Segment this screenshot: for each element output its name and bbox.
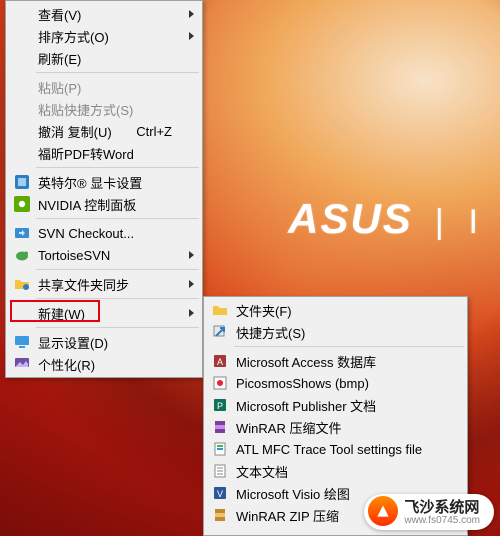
submenu-item-shortcut[interactable]: 快捷方式(S): [206, 321, 465, 343]
publisher-icon: P: [212, 397, 228, 413]
menu-label: PicosmosShows (bmp): [236, 376, 369, 391]
submenu-item-picosmos[interactable]: PicosmosShows (bmp): [206, 372, 465, 394]
svg-text:P: P: [217, 401, 223, 411]
menu-item-sort[interactable]: 排序方式(O): [8, 25, 200, 47]
svn-checkout-icon: [14, 225, 30, 241]
menu-label: 文本文档: [236, 462, 288, 481]
menu-label: 新建(W): [38, 304, 85, 323]
menu-label: TortoiseSVN: [38, 248, 110, 263]
menu-label: 显示设置(D): [38, 333, 108, 352]
separator: [36, 218, 199, 219]
menu-item-personalize[interactable]: 个性化(R): [8, 353, 200, 375]
desktop-context-menu: 查看(V) 排序方式(O) 刷新(E) 粘贴(P) 粘贴快捷方式(S) 撤消 复…: [5, 0, 203, 378]
access-icon: A: [212, 353, 228, 369]
display-settings-icon: [14, 334, 30, 350]
menu-label: 刷新(E): [38, 49, 81, 68]
watermark-url: www.fs0745.com: [404, 516, 480, 527]
menu-label: WinRAR 压缩文件: [236, 418, 341, 437]
menu-item-folder-sync[interactable]: 共享文件夹同步: [8, 273, 200, 295]
menu-item-svn-checkout[interactable]: SVN Checkout...: [8, 222, 200, 244]
menu-label: 粘贴快捷方式(S): [38, 100, 133, 119]
separator: [36, 269, 199, 270]
menu-item-nvidia[interactable]: NVIDIA 控制面板: [8, 193, 200, 215]
menu-item-intel-graphics[interactable]: 英特尔® 显卡设置: [8, 171, 200, 193]
submenu-arrow-icon: [189, 10, 194, 18]
menu-label: 英特尔® 显卡设置: [38, 173, 142, 192]
separator: [234, 346, 464, 347]
svg-text:V: V: [217, 489, 223, 499]
menu-label: Microsoft Access 数据库: [236, 352, 376, 371]
tortoisesvn-icon: [14, 247, 30, 263]
menu-shortcut: Ctrl+Z: [136, 124, 172, 139]
menu-label: 查看(V): [38, 5, 81, 24]
visio-icon: V: [212, 485, 228, 501]
winrar-icon: [212, 419, 228, 435]
menu-label: 排序方式(O): [38, 27, 109, 46]
asus-logo: ASUS| I: [288, 195, 480, 243]
menu-item-undo-copy[interactable]: 撤消 复制(U) Ctrl+Z: [8, 120, 200, 142]
menu-item-new[interactable]: 新建(W): [8, 302, 200, 324]
submenu-arrow-icon: [189, 309, 194, 317]
submenu-arrow-icon: [189, 32, 194, 40]
menu-item-refresh[interactable]: 刷新(E): [8, 47, 200, 69]
nvidia-icon: [14, 196, 30, 212]
watermark-title: 飞沙系统网: [404, 500, 480, 516]
submenu-item-atltrace[interactable]: ATL MFC Trace Tool settings file: [206, 438, 465, 460]
separator: [36, 327, 199, 328]
submenu-item-winrar[interactable]: WinRAR 压缩文件: [206, 416, 465, 438]
submenu-arrow-icon: [189, 251, 194, 259]
submenu-item-textdoc[interactable]: 文本文档: [206, 460, 465, 482]
menu-label: WinRAR ZIP 压缩: [236, 506, 339, 525]
menu-label: Microsoft Publisher 文档: [236, 396, 376, 415]
menu-label: NVIDIA 控制面板: [38, 195, 136, 214]
site-watermark: 飞沙系统网 www.fs0745.com: [364, 494, 494, 530]
separator: [36, 72, 199, 73]
folder-sync-icon: [14, 276, 30, 292]
personalize-icon: [14, 356, 30, 372]
menu-label: 撤消 复制(U): [38, 122, 112, 141]
svg-text:A: A: [217, 357, 223, 367]
submenu-arrow-icon: [189, 280, 194, 288]
winrarzip-icon: [212, 507, 228, 523]
atltrace-icon: [212, 441, 228, 457]
menu-label: ATL MFC Trace Tool settings file: [236, 442, 422, 457]
textdoc-icon: [212, 463, 228, 479]
menu-item-foxit-pdf[interactable]: 福昕PDF转Word: [8, 142, 200, 164]
submenu-item-access[interactable]: A Microsoft Access 数据库: [206, 350, 465, 372]
menu-label: 粘贴(P): [38, 78, 81, 97]
menu-item-display-settings[interactable]: 显示设置(D): [8, 331, 200, 353]
menu-label: 福昕PDF转Word: [38, 144, 134, 163]
menu-label: SVN Checkout...: [38, 226, 134, 241]
picosmos-icon: [212, 375, 228, 391]
separator: [36, 167, 199, 168]
submenu-item-publisher[interactable]: P Microsoft Publisher 文档: [206, 394, 465, 416]
menu-label: 共享文件夹同步: [38, 275, 129, 294]
watermark-badge-icon: [368, 496, 398, 526]
folder-icon: [212, 302, 228, 318]
menu-label: 个性化(R): [38, 355, 95, 374]
shortcut-icon: [212, 324, 228, 340]
menu-item-paste: 粘贴(P): [8, 76, 200, 98]
menu-label: 快捷方式(S): [236, 323, 305, 342]
submenu-item-folder[interactable]: 文件夹(F): [206, 299, 465, 321]
menu-label: 文件夹(F): [236, 301, 292, 320]
menu-item-paste-shortcut: 粘贴快捷方式(S): [8, 98, 200, 120]
separator: [36, 298, 199, 299]
intel-icon: [14, 174, 30, 190]
menu-item-view[interactable]: 查看(V): [8, 3, 200, 25]
menu-label: Microsoft Visio 绘图: [236, 484, 350, 503]
menu-item-tortoisesvn[interactable]: TortoiseSVN: [8, 244, 200, 266]
